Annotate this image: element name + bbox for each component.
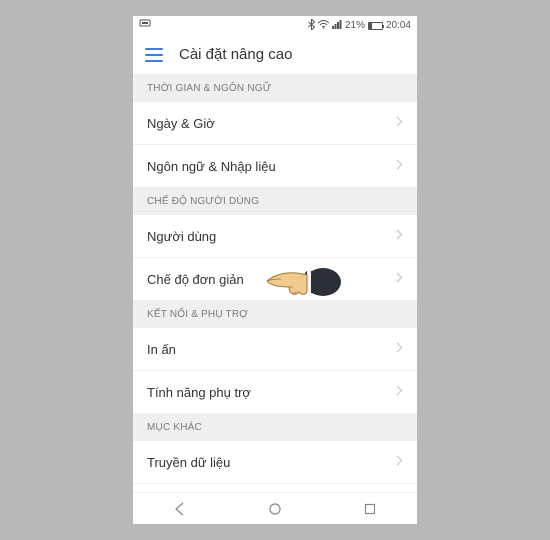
- chevron-right-icon: [396, 453, 403, 471]
- item-accessibility[interactable]: Tính năng phụ trợ: [133, 371, 417, 414]
- chevron-right-icon: [396, 227, 403, 245]
- item-printing[interactable]: In ấn: [133, 328, 417, 371]
- section-header-other: MỤC KHÁC: [133, 414, 417, 441]
- wifi-icon: [318, 20, 329, 32]
- item-label: Người dùng: [147, 229, 216, 244]
- status-bar: 21% 20:04: [133, 16, 417, 35]
- section-header-time-lang: THỜI GIAN & NGÔN NGỮ: [133, 75, 417, 102]
- item-label: Chế độ đơn giản: [147, 272, 244, 287]
- clock: 20:04: [386, 20, 411, 31]
- chevron-right-icon: [396, 157, 403, 175]
- battery-icon: [368, 22, 383, 30]
- item-users[interactable]: Người dùng: [133, 215, 417, 258]
- item-simple-mode[interactable]: Chế độ đơn giản: [133, 258, 417, 301]
- item-backup-reset[interactable]: Sao lưu và Thiết lập lại: [133, 484, 417, 492]
- section-header-connect-assist: KẾT NỐI & PHỤ TRỢ: [133, 301, 417, 328]
- cast-icon: [139, 19, 151, 32]
- signal-icon: [332, 20, 342, 32]
- phone-frame: 21% 20:04 Cài đặt nâng cao THỜI GIAN & N…: [133, 16, 417, 524]
- page-title: Cài đặt nâng cao: [179, 46, 292, 63]
- item-date-time[interactable]: Ngày & Giờ: [133, 102, 417, 145]
- nav-bar: [133, 492, 417, 524]
- item-label: In ấn: [147, 342, 176, 357]
- section-header-user-mode: CHẾ ĐỘ NGƯỜI DÙNG: [133, 188, 417, 215]
- item-label: Tính năng phụ trợ: [147, 385, 251, 400]
- item-language-input[interactable]: Ngôn ngữ & Nhập liệu: [133, 145, 417, 188]
- chevron-right-icon: [396, 340, 403, 358]
- item-label: Ngôn ngữ & Nhập liệu: [147, 159, 276, 174]
- recent-button[interactable]: [363, 502, 377, 516]
- item-data-transfer[interactable]: Truyền dữ liệu: [133, 441, 417, 484]
- item-label: Truyền dữ liệu: [147, 455, 230, 470]
- battery-pct: 21%: [345, 20, 365, 31]
- home-button[interactable]: [268, 502, 282, 516]
- chevron-right-icon: [396, 114, 403, 132]
- app-bar: Cài đặt nâng cao: [133, 35, 417, 75]
- item-label: Ngày & Giờ: [147, 116, 215, 131]
- chevron-right-icon: [396, 270, 403, 288]
- back-button[interactable]: [173, 502, 187, 516]
- chevron-right-icon: [396, 383, 403, 401]
- menu-icon[interactable]: [145, 48, 163, 62]
- settings-list: THỜI GIAN & NGÔN NGỮ Ngày & Giờ Ngôn ngữ…: [133, 75, 417, 492]
- bluetooth-icon: [308, 19, 315, 33]
